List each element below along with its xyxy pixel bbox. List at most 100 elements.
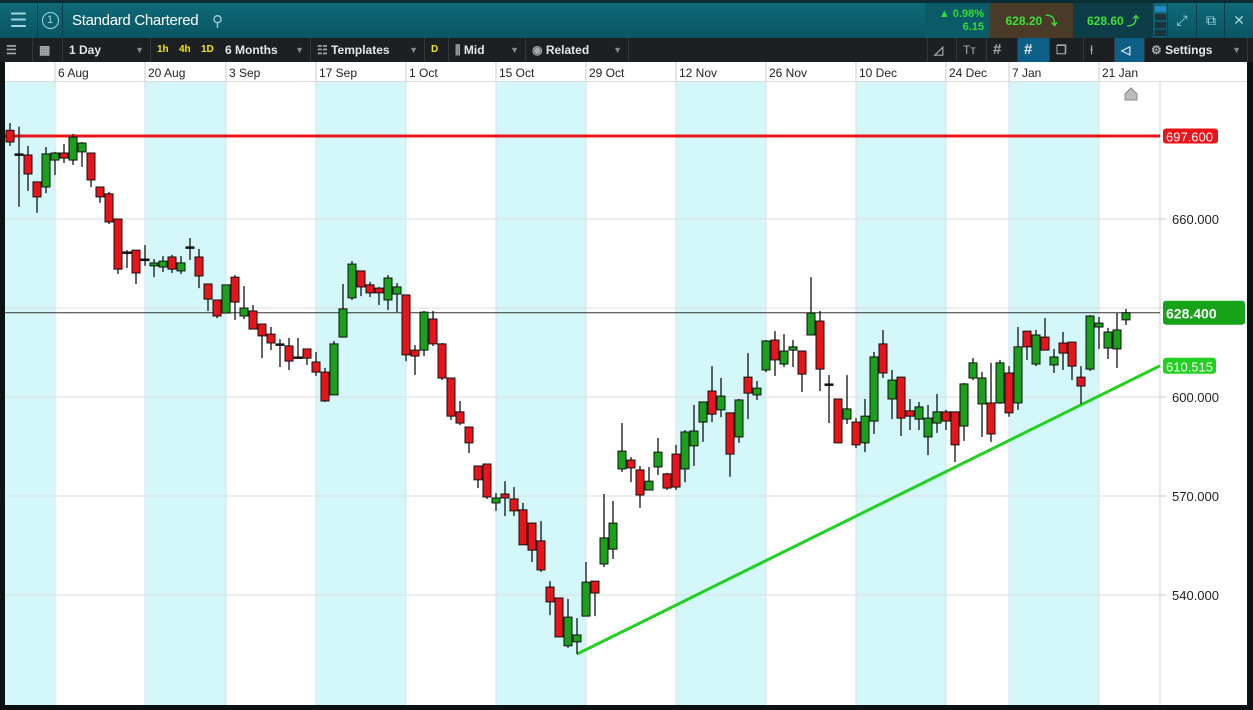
candle-down (797, 350, 807, 375)
candle-up (149, 262, 159, 267)
candle-down (536, 540, 546, 571)
candle-up (842, 408, 852, 420)
candle-down (86, 152, 96, 181)
candle-down (374, 287, 384, 294)
grid-icon[interactable]: # (987, 38, 1018, 62)
candle-up (347, 263, 357, 299)
chevron-down-icon: ▼ (510, 45, 519, 55)
interval-dropdown[interactable]: 1 Day ▼ (63, 38, 151, 62)
candle-down (23, 154, 33, 175)
search-icon[interactable]: ⚲ (212, 12, 223, 30)
candle-down (941, 411, 951, 422)
candle-down (230, 276, 240, 303)
sell-price: 628.20 (1005, 13, 1043, 28)
candle-up (698, 401, 708, 423)
buy-price-button[interactable]: 628.60 ⤴ (1073, 3, 1153, 38)
candle-up (869, 356, 879, 422)
candle-up (419, 311, 429, 351)
date-label: 26 Nov (769, 66, 807, 80)
settings-label: Settings (1165, 43, 1213, 57)
crosshair-grid-icon[interactable]: # (1018, 38, 1050, 62)
price-change: ▲ 0.98% 6.15 (925, 3, 990, 38)
candle-down (743, 376, 753, 394)
home-marker-icon[interactable] (1124, 87, 1138, 101)
text-size-icon[interactable]: Tт (957, 38, 987, 62)
candle-down (950, 411, 960, 446)
layers-icon[interactable]: ❐ (1050, 38, 1084, 62)
candle-up (293, 356, 303, 359)
candle-up (140, 258, 150, 262)
candle-down (590, 580, 600, 594)
candle-down (896, 376, 906, 419)
popout-icon[interactable]: ⧉ (1196, 3, 1225, 38)
candle-up (1112, 329, 1122, 350)
settings-dropdown[interactable]: ⚙ Settings ▼ (1145, 38, 1248, 62)
candle-down (1040, 336, 1050, 351)
range-dropdown[interactable]: 6 Months ▼ (219, 38, 311, 62)
interval-4h-button[interactable]: 4h (173, 38, 195, 62)
candle-up (491, 497, 501, 504)
candle-up (995, 362, 1005, 404)
candle-down (410, 349, 420, 357)
price-marker-icon[interactable]: ⍿ (1084, 38, 1115, 62)
label-tag-icon[interactable]: ◁ (1115, 38, 1145, 62)
y-tick-label: 660.000 (1172, 212, 1219, 227)
candle-down (878, 343, 888, 374)
date-label: 12 Nov (679, 66, 717, 80)
menu-button[interactable]: ☰ (0, 3, 38, 38)
candle-down (266, 333, 276, 344)
draw-line-icon[interactable]: ◿ (927, 38, 957, 62)
candle-up (779, 350, 789, 365)
candle-down (554, 597, 564, 638)
date-label: 17 Sep (319, 66, 357, 80)
candle-up (572, 634, 582, 643)
interval-1h-button[interactable]: 1h (151, 38, 173, 62)
candle-down (527, 522, 537, 551)
candle-up (275, 343, 285, 346)
instrument-title[interactable]: Standard Chartered (72, 3, 199, 38)
drawing-d-button[interactable]: D (425, 38, 449, 62)
date-label: 20 Aug (148, 66, 185, 80)
sell-price-button[interactable]: 628.20 ⤵ (990, 3, 1073, 38)
candle-down (365, 284, 375, 294)
candle-up (689, 430, 699, 447)
candle-up (806, 312, 816, 336)
layout-icon[interactable]: ▦ (33, 38, 63, 62)
candle-up (77, 142, 87, 153)
candle-down (671, 453, 681, 488)
candle-down (707, 390, 717, 415)
candle-up (752, 387, 762, 396)
candle-down (986, 402, 996, 435)
candle-down (203, 283, 213, 300)
candle-down (635, 469, 645, 496)
date-label: 24 Dec (949, 66, 987, 80)
templates-label: Templates (331, 43, 390, 57)
list-icon[interactable]: ☰ (0, 38, 33, 62)
candle-up (734, 399, 744, 438)
candle-up (1094, 322, 1104, 328)
candle-down (113, 218, 123, 270)
link-group-button[interactable]: 1 (38, 3, 63, 38)
trend-end-price-label: 610.515 (1166, 359, 1213, 374)
related-dropdown[interactable]: ◉ Related ▼ (526, 38, 629, 62)
candle-down (851, 421, 861, 446)
candle-up (41, 153, 51, 188)
date-label: 21 Jan (1102, 66, 1138, 80)
templates-dropdown[interactable]: ☷ Templates ▼ (311, 38, 425, 62)
price-chart[interactable]: 660.000 600.000 570.000 540.000 697.600 628.4… (5, 82, 1247, 705)
candle-down (194, 256, 204, 277)
candle-down (626, 459, 636, 469)
y-tick-label: 570.000 (1172, 489, 1219, 504)
range-value: 6 Months (225, 43, 278, 57)
candle-up (158, 260, 168, 268)
change-percent: ▲ 0.98% (938, 7, 984, 20)
price-type-value: Mid (463, 43, 485, 57)
candle-up (185, 246, 195, 249)
candle-down (1004, 372, 1014, 414)
interval-1d-button[interactable]: 1D (195, 38, 219, 62)
buy-price: 628.60 (1086, 13, 1124, 28)
candle-up (221, 284, 231, 314)
price-type-dropdown[interactable]: ⫼ Mid ▼ (449, 38, 526, 62)
close-icon[interactable]: ✕ (1224, 3, 1253, 38)
expand-icon[interactable]: ⤢ (1167, 3, 1196, 38)
